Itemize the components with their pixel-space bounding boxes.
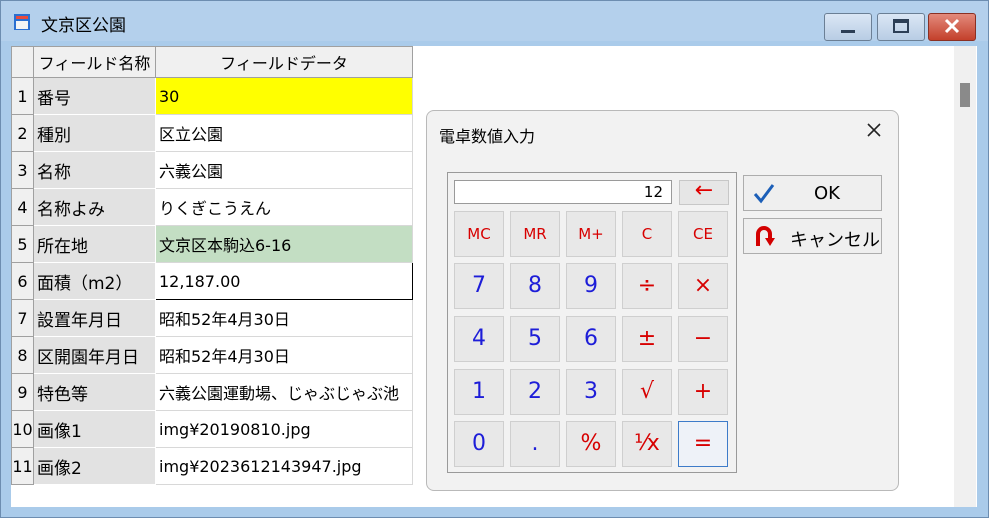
field-value-cell[interactable]: 六義公園 [155,151,413,189]
row-number[interactable]: 11 [11,447,34,485]
field-value-cell-selected[interactable]: 12,187.00 [155,262,413,300]
clear-entry-button[interactable]: CE [678,211,728,257]
row-number[interactable]: 6 [11,262,34,300]
field-value-cell[interactable]: 六義公園運動場、じゃぶじゃぶ池 [155,373,413,411]
field-value-cell[interactable]: 30 [155,77,413,115]
row-number[interactable]: 5 [11,225,34,263]
field-name-cell: 面積（m2） [33,262,156,300]
minimize-button[interactable] [824,13,872,41]
key-6[interactable]: 6 [566,316,616,362]
row-number[interactable]: 4 [11,188,34,226]
undo-arrow-icon [752,224,776,248]
close-icon [944,18,960,34]
row-number[interactable]: 10 [11,410,34,448]
field-value-cell[interactable]: 昭和52年4月30日 [155,336,413,374]
table-row: 10 画像1 img¥20190810.jpg [11,410,413,448]
table-row: 1 番号 30 [11,77,413,115]
field-value-cell[interactable]: 昭和52年4月30日 [155,299,413,337]
key-8[interactable]: 8 [510,263,560,309]
row-number[interactable]: 8 [11,336,34,374]
table-row: 3 名称 六義公園 [11,151,413,189]
key-5[interactable]: 5 [510,316,560,362]
app-icon [13,13,31,31]
row-number[interactable]: 2 [11,114,34,152]
field-name-cell: 名称よみ [33,188,156,226]
cancel-label: キャンセル [790,230,880,251]
backspace-button[interactable]: ← [679,180,729,205]
table-row: 9 特色等 六義公園運動場、じゃぶじゃぶ池 [11,373,413,411]
sqrt-button[interactable]: √ [622,369,672,415]
table-row: 4 名称よみ りくぎこうえん [11,188,413,226]
mc-button[interactable]: MC [454,211,504,257]
ok-label: OK [814,183,840,204]
row-number[interactable]: 7 [11,299,34,337]
table-row: 2 種別 区立公園 [11,114,413,152]
field-value-cell[interactable]: りくぎこうえん [155,188,413,226]
window-title: 文京区公園 [41,16,126,36]
field-name-cell: 所在地 [33,225,156,263]
field-value-cell[interactable]: img¥20190810.jpg [155,410,413,448]
dialog-title: 電卓数値入力 [439,127,536,146]
keypad-panel: 12 ← MC MR M+ C CE 7 8 9 ÷ × 4 5 6 ± − 1… [447,172,737,473]
table-row: 8 区開園年月日 昭和52年4月30日 [11,336,413,374]
close-icon [867,123,881,137]
clear-button[interactable]: C [622,211,672,257]
checkmark-icon [752,181,776,205]
key-0[interactable]: 0 [454,421,504,467]
calculator-display[interactable]: 12 [454,180,672,204]
field-name-cell: 種別 [33,114,156,152]
key-9[interactable]: 9 [566,263,616,309]
key-2[interactable]: 2 [510,369,560,415]
maximize-icon [893,19,909,33]
cancel-button[interactable]: キャンセル [743,218,882,254]
calculator-dialog: 電卓数値入力 12 ← MC MR M+ C CE 7 8 9 ÷ × 4 5 … [426,110,899,491]
row-number[interactable]: 3 [11,151,34,189]
field-name-cell: 設置年月日 [33,299,156,337]
field-name-cell: 特色等 [33,373,156,411]
field-name-cell: 画像2 [33,447,156,485]
title-bar: 文京区公園 [1,1,988,41]
reciprocal-button[interactable]: ⅟x [622,421,672,467]
plus-button[interactable]: + [678,369,728,415]
row-number[interactable]: 1 [11,77,34,115]
key-1[interactable]: 1 [454,369,504,415]
minus-button[interactable]: − [678,316,728,362]
decimal-button[interactable]: . [510,421,560,467]
table-row: 7 設置年月日 昭和52年4月30日 [11,299,413,337]
divide-button[interactable]: ÷ [622,263,672,309]
field-value-cell[interactable]: 区立公園 [155,114,413,152]
mr-button[interactable]: MR [510,211,560,257]
column-header-field-name[interactable]: フィールド名称 [33,46,156,78]
ok-button[interactable]: OK [743,175,882,211]
vertical-scrollbar[interactable] [954,46,976,507]
field-name-cell: 番号 [33,77,156,115]
percent-button[interactable]: % [566,421,616,467]
field-value-cell[interactable]: img¥2023612143947.jpg [155,447,413,485]
field-name-cell: 区開園年月日 [33,336,156,374]
grid-corner [11,46,34,78]
table-row: 5 所在地 文京区本駒込6-16 [11,225,413,263]
scrollbar-thumb[interactable] [960,83,970,107]
equals-button[interactable]: = [678,421,728,467]
field-name-cell: 名称 [33,151,156,189]
field-grid: フィールド名称 フィールドデータ 1 番号 30 2 種別 区立公園 3 名称 … [11,46,413,485]
maximize-button[interactable] [877,13,925,41]
table-row: 6 面積（m2） 12,187.00 [11,262,413,300]
minimize-icon [841,30,855,33]
row-number[interactable]: 9 [11,373,34,411]
key-3[interactable]: 3 [566,369,616,415]
dialog-close-button[interactable] [863,119,885,141]
key-7[interactable]: 7 [454,263,504,309]
field-name-cell: 画像1 [33,410,156,448]
multiply-button[interactable]: × [678,263,728,309]
key-4[interactable]: 4 [454,316,504,362]
m-plus-button[interactable]: M+ [566,211,616,257]
table-row: 11 画像2 img¥2023612143947.jpg [11,447,413,485]
app-window: 文京区公園 フィールド名称 フィールドデータ 1 番号 30 2 種別 区立公園… [0,0,989,518]
close-button[interactable] [928,13,976,41]
column-header-field-data[interactable]: フィールドデータ [155,46,413,78]
plus-minus-button[interactable]: ± [622,316,672,362]
field-value-cell[interactable]: 文京区本駒込6-16 [155,225,413,263]
